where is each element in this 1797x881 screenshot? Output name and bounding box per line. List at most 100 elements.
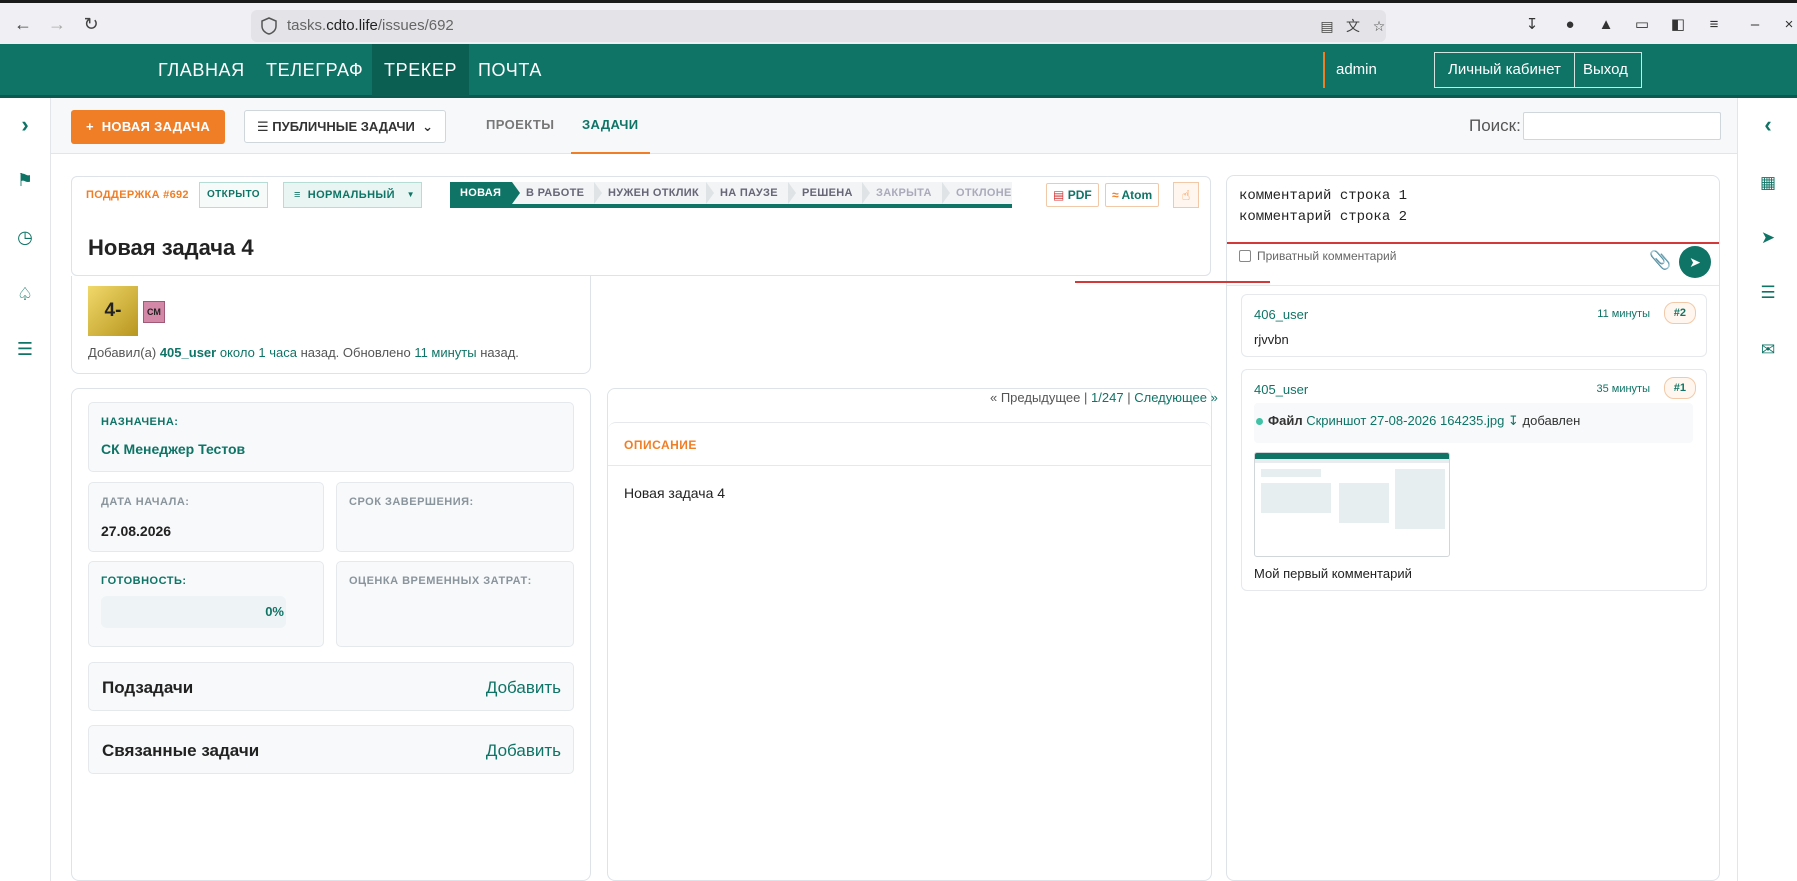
private-checkbox[interactable] — [1239, 250, 1251, 262]
nav-tracker[interactable]: ТРЕКЕР — [372, 44, 470, 96]
attachment-row: Файл Скриншот 27-08-2026 164235.jpg ↧ до… — [1254, 403, 1693, 443]
menu-icon[interactable]: ≡ — [1705, 16, 1723, 34]
dashboard-grid-icon[interactable]: ▦ — [1757, 172, 1779, 194]
minimize-icon[interactable]: – — [1746, 16, 1764, 34]
nav-main[interactable]: ГЛАВНАЯ — [146, 44, 257, 96]
pager-prev: « Предыдущее — [990, 390, 1081, 405]
author-avatar[interactable]: 4- — [88, 286, 138, 336]
list-icon: ☰ — [257, 119, 273, 134]
public-tasks-select[interactable]: ☰ ПУБЛИЧНЫЕ ЗАДАЧИ ⌄ — [244, 110, 447, 143]
done-ratio-field[interactable]: ГОТОВНОСТЬ: 0% — [88, 561, 324, 647]
mail-icon[interactable]: ✉ — [1757, 339, 1779, 361]
reload-icon[interactable]: ↻ — [80, 13, 102, 35]
description-panel: ОПИСАНИЕ Новая задача 4 — [608, 422, 1211, 881]
nav-mail[interactable]: ПОЧТА — [466, 44, 554, 96]
tag-icon[interactable]: ♤ — [14, 283, 36, 305]
screenshot-icon[interactable]: ▭ — [1633, 16, 1651, 34]
estimate-field[interactable]: ОЦЕНКА ВРЕМЕННЫХ ЗАТРАТ: — [336, 561, 574, 647]
account-icon[interactable]: ● — [1561, 16, 1579, 34]
step-rejected[interactable]: ОТКЛОНЕНА — [942, 182, 1012, 204]
new-task-button[interactable]: + НОВАЯ ЗАДАЧА — [71, 110, 226, 144]
comment-time[interactable]: 35 минуты — [1596, 383, 1650, 395]
comment-number-badge[interactable]: #2 — [1663, 302, 1696, 324]
tab-projects[interactable]: ПРОЕКТЫ — [486, 98, 554, 154]
pdf-file-icon: ▤ — [1053, 188, 1065, 202]
status-dot-icon — [1256, 418, 1263, 425]
step-need-feedback[interactable]: НУЖЕН ОТКЛИК — [594, 182, 714, 204]
created-time-link[interactable]: около 1 часа — [220, 345, 297, 360]
add-related-link[interactable]: Добавить — [486, 741, 561, 761]
collapse-chevron-icon[interactable]: ‹ — [1757, 114, 1779, 136]
assigned-value: СК Менеджер Тестов — [101, 441, 246, 457]
priority-icon: ≡ — [294, 189, 308, 201]
due-date-field[interactable]: СРОК ЗАВЕРШЕНИЯ: — [336, 482, 574, 552]
nav-telegraph[interactable]: ТЕЛЕГРАФ — [254, 44, 375, 96]
download-icon[interactable]: ↧ — [1523, 16, 1541, 34]
address-bar[interactable]: tasks.cdto.life/issues/692 ▤ 文 ☆ — [251, 10, 1386, 42]
related-section: Связанные задачи Добавить — [88, 725, 574, 774]
comment-author[interactable]: 405_user — [1254, 382, 1308, 397]
sidebar-toggle-icon[interactable]: ◧ — [1669, 16, 1687, 34]
atom-export-button[interactable]: ≈ Atom — [1105, 183, 1160, 207]
download-icon[interactable]: ↧ — [1508, 413, 1519, 428]
comment-number-badge[interactable]: #1 — [1663, 377, 1696, 399]
tab-tasks[interactable]: ЗАДАЧИ — [571, 98, 650, 154]
comment-author[interactable]: 406_user — [1254, 307, 1308, 322]
issue-info-card: 4- СМ Добавил(а) 405_user около 1 часа н… — [71, 276, 591, 374]
issue-id: ПОДДЕРЖКА #692 — [86, 189, 189, 201]
right-sidebar: ‹ ▦ ➤ ☰ ✉ — [1737, 98, 1797, 881]
divider — [1227, 285, 1719, 286]
attachment-link[interactable]: Скриншот 27-08-2026 164235.jpg — [1306, 413, 1504, 428]
assigned-field[interactable]: НАЗНАЧЕНА: СК Менеджер Тестов — [88, 402, 574, 472]
pdf-export-button[interactable]: ▤ PDF — [1046, 183, 1099, 207]
status-badge[interactable]: ОТКРЫТО — [199, 182, 268, 208]
description-card: ОПИСАНИЕ Новая задача 4 — [607, 388, 1212, 881]
caret-down-icon: ▼ — [406, 190, 415, 199]
attachment-thumbnail[interactable] — [1254, 452, 1450, 557]
extensions-icon[interactable]: ▲ — [1597, 16, 1615, 34]
add-subtask-link[interactable]: Добавить — [486, 678, 561, 698]
step-paused[interactable]: НА ПАУЗЕ — [706, 182, 796, 204]
author-link[interactable]: 405_user — [160, 345, 216, 360]
send-plane-icon[interactable]: ➤ — [1757, 227, 1779, 249]
rss-icon: ≈ — [1112, 188, 1119, 202]
step-closed[interactable]: ЗАКРЫТА — [862, 182, 950, 204]
search-input[interactable] — [1523, 112, 1721, 140]
forward-icon[interactable]: → — [46, 13, 68, 35]
issue-header-card: ПОДДЕРЖКА #692 ОТКРЫТО ≡ НОРМАЛЬНЫЙ ▼ НОВ… — [71, 176, 1211, 276]
start-date-field[interactable]: ДАТА НАЧАЛА: 27.08.2026 — [88, 482, 324, 552]
attach-paperclip-icon[interactable]: 📎 — [1649, 250, 1671, 271]
priority-select[interactable]: ≡ НОРМАЛЬНЫЙ ▼ — [283, 182, 422, 208]
subtasks-title: Подзадачи — [102, 678, 194, 697]
bookmark-star-icon[interactable]: ☆ — [1371, 18, 1387, 34]
send-comment-button[interactable]: ➤ — [1679, 246, 1711, 278]
step-new[interactable]: НОВАЯ — [450, 182, 520, 204]
translate-icon[interactable]: 文 — [1345, 18, 1361, 34]
top-nav: ГЛАВНАЯ ТЕЛЕГРАФ ТРЕКЕР ПОЧТА admin Личн… — [0, 44, 1797, 98]
bookmark-icon[interactable]: ⚑ — [14, 169, 36, 191]
step-resolved[interactable]: РЕШЕНА — [788, 182, 870, 204]
attachment-text: Файл Скриншот 27-08-2026 164235.jpg ↧ до… — [1268, 413, 1581, 428]
history-clock-icon[interactable]: ◷ — [14, 226, 36, 248]
close-window-icon[interactable]: × — [1780, 16, 1797, 34]
expand-chevron-icon[interactable]: › — [14, 114, 36, 136]
browser-chrome: ← → ↻ tasks.cdto.life/issues/692 ▤ 文 ☆ ↧… — [0, 0, 1797, 44]
step-in-progress[interactable]: В РАБОТЕ — [512, 182, 602, 204]
pager-position[interactable]: 1/247 — [1091, 390, 1124, 405]
comment-time[interactable]: 11 минуты — [1597, 308, 1650, 320]
checklist-icon[interactable]: ☰ — [1757, 282, 1779, 304]
due-date-label: СРОК ЗАВЕРШЕНИЯ: — [349, 496, 474, 508]
back-icon[interactable]: ← — [12, 13, 34, 35]
list-menu-icon[interactable]: ☰ — [14, 338, 36, 360]
divider — [1075, 281, 1270, 283]
reader-icon[interactable]: ▤ — [1319, 18, 1335, 34]
pager-next-link[interactable]: Следующее » — [1134, 390, 1218, 405]
cabinet-button[interactable]: Личный кабинет — [1434, 52, 1575, 88]
comment-textarea[interactable]: комментарий строка 1 комментарий строка … — [1227, 176, 1719, 244]
thumbs-up-icon[interactable]: ☝ — [1173, 182, 1199, 208]
private-comment-toggle[interactable]: Приватный комментарий — [1239, 249, 1396, 263]
logout-button[interactable]: Выход — [1570, 52, 1642, 88]
updated-time-link[interactable]: 11 минуты — [414, 345, 476, 360]
comment-body: rjvvbn — [1254, 332, 1289, 347]
assignee-mini-avatar[interactable]: СМ — [143, 301, 165, 323]
